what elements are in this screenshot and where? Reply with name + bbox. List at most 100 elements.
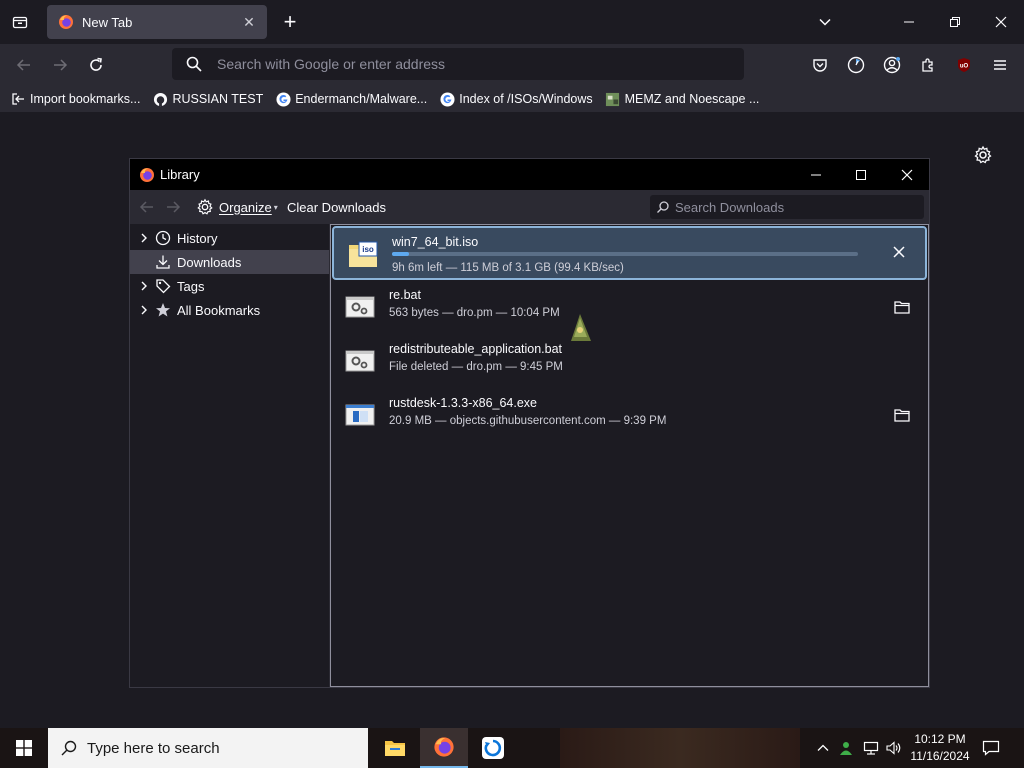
library-toolbar: Organize ▾ Clear Downloads <box>130 190 929 224</box>
cancel-download-button[interactable] <box>889 242 909 262</box>
pocket-button[interactable] <box>808 53 832 77</box>
tab-new-tab[interactable]: New Tab ✕ <box>47 5 267 39</box>
windows-taskbar: Type here to search 10:12 PM 11/16/2024 <box>0 728 1024 768</box>
show-in-folder-button[interactable] <box>892 297 912 317</box>
clock-date: 11/16/2024 <box>910 749 970 763</box>
bookmark-index-isos[interactable]: Index of /ISOs/Windows <box>439 91 593 107</box>
menu-button[interactable] <box>988 53 1012 77</box>
page-settings-button[interactable] <box>973 145 993 165</box>
taskbar-rustdesk[interactable] <box>469 728 517 768</box>
show-in-folder-button[interactable] <box>892 405 912 425</box>
ublock-origin-button[interactable]: uO <box>952 53 976 77</box>
tab-list-button[interactable] <box>8 11 32 33</box>
taskbar-clock[interactable]: 10:12 PM 11/16/2024 <box>904 731 976 765</box>
tray-user-app[interactable] <box>836 728 856 768</box>
bookmark-russian-test[interactable]: RUSSIAN TEST <box>152 91 263 107</box>
svg-text:uO: uO <box>960 64 969 70</box>
hamburger-menu-icon <box>994 60 1006 70</box>
taskbar-firefox[interactable] <box>420 728 468 768</box>
url-bar[interactable] <box>172 48 744 80</box>
minimize-icon <box>811 174 821 176</box>
maximize-icon <box>856 170 866 180</box>
speaker-icon <box>886 741 901 755</box>
taskbar-search-box[interactable]: Type here to search <box>48 728 368 768</box>
clock-time: 10:12 PM <box>914 732 966 746</box>
forward-button[interactable] <box>48 53 72 77</box>
network-icon <box>863 741 879 755</box>
timer-icon <box>847 56 865 74</box>
batch-file-icon <box>345 296 375 318</box>
download-item-rustdesk-exe[interactable]: rustdesk-1.3.3-x86_64.exe 20.9 MB — obje… <box>331 389 928 443</box>
bookmark-import[interactable]: Import bookmarks... <box>10 91 140 107</box>
bookmark-label: Import bookmarks... <box>30 92 141 106</box>
list-all-tabs-button[interactable] <box>815 12 835 32</box>
exe-file-icon <box>345 404 375 426</box>
search-icon <box>186 56 202 72</box>
back-arrow-icon <box>139 201 153 213</box>
tab-bar: New Tab ✕ + <box>0 0 1024 44</box>
search-downloads-field[interactable] <box>650 195 924 219</box>
download-filename: rustdesk-1.3.3-x86_64.exe <box>389 396 538 410</box>
forward-arrow-icon <box>167 201 181 213</box>
bookmark-endermanch[interactable]: Endermanch/Malware... <box>275 91 427 107</box>
bookmark-label: RUSSIAN TEST <box>172 92 264 106</box>
wallpaper-strip <box>560 728 800 768</box>
download-filename: win7_64_bit.iso <box>392 235 479 249</box>
library-forward-button[interactable] <box>164 198 182 216</box>
tab-close-button[interactable]: ✕ <box>239 12 259 32</box>
file-explorer-icon <box>385 741 405 756</box>
start-button[interactable] <box>0 728 48 768</box>
clear-downloads-button[interactable]: Clear Downloads <box>287 200 386 215</box>
back-button[interactable] <box>12 53 36 77</box>
sidebar-item-label: History <box>177 230 218 246</box>
user-status-icon <box>840 742 852 755</box>
organize-menu-button[interactable]: Organize ▾ <box>196 198 278 216</box>
timer-extension-button[interactable] <box>844 53 868 77</box>
account-button[interactable] <box>880 53 904 77</box>
chevron-right-icon[interactable] <box>137 305 151 315</box>
url-input[interactable] <box>217 56 697 72</box>
tag-icon <box>154 277 172 295</box>
network-button[interactable] <box>860 728 882 768</box>
show-hidden-icons-button[interactable] <box>814 728 832 768</box>
download-item-redistributeable-bat[interactable]: redistributeable_application.bat File de… <box>331 335 928 389</box>
library-maximize-button[interactable] <box>849 163 873 187</box>
notifications-button[interactable] <box>980 737 1002 759</box>
download-item-re-bat[interactable]: re.bat 563 bytes — dro.pm — 10:04 PM <box>331 281 928 335</box>
download-status: 20.9 MB — objects.githubusercontent.com … <box>389 415 667 427</box>
chevron-down-icon <box>819 18 831 26</box>
minimize-button[interactable] <box>899 12 919 32</box>
bookmark-memz[interactable]: MEMZ and Noescape ... <box>605 91 759 107</box>
download-status: File deleted — dro.pm — 9:45 PM <box>389 361 563 373</box>
extensions-button[interactable] <box>916 53 940 77</box>
bookmark-label: Index of /ISOs/Windows <box>459 92 593 106</box>
sidebar-item-tags[interactable]: Tags <box>130 274 329 298</box>
new-tab-button[interactable]: + <box>280 11 300 33</box>
close-window-button[interactable] <box>991 12 1011 32</box>
sidebar-item-all-bookmarks[interactable]: All Bookmarks <box>130 298 329 322</box>
sidebar-item-downloads[interactable]: Downloads <box>130 250 329 274</box>
restore-button[interactable] <box>945 12 965 32</box>
download-item-win7-iso[interactable]: iso win7_64_bit.iso 9h 6m left — 115 MB … <box>332 226 927 280</box>
sidebar-item-history[interactable]: History <box>130 226 329 250</box>
download-filename: redistributeable_application.bat <box>389 342 563 356</box>
pocket-icon <box>813 59 827 72</box>
chevron-right-icon[interactable] <box>137 281 151 291</box>
volume-button[interactable] <box>884 728 904 768</box>
library-back-button[interactable] <box>138 198 156 216</box>
library-minimize-button[interactable] <box>804 163 828 187</box>
gear-icon <box>974 145 992 164</box>
taskbar-file-explorer[interactable] <box>371 728 419 768</box>
image-favicon <box>605 91 621 107</box>
chevron-right-icon[interactable] <box>137 233 151 243</box>
library-close-button[interactable] <box>895 163 919 187</box>
minimize-icon <box>904 21 914 23</box>
rustdesk-icon <box>482 737 504 759</box>
sidebar-item-label: All Bookmarks <box>177 302 261 318</box>
reload-button[interactable] <box>84 53 108 77</box>
search-downloads-input[interactable] <box>675 199 915 215</box>
close-icon <box>901 169 913 181</box>
library-titlebar: Library <box>130 159 929 190</box>
restore-icon <box>950 17 960 27</box>
library-window: Library Organize ▾ Clear Downloads Searc… <box>129 158 930 688</box>
